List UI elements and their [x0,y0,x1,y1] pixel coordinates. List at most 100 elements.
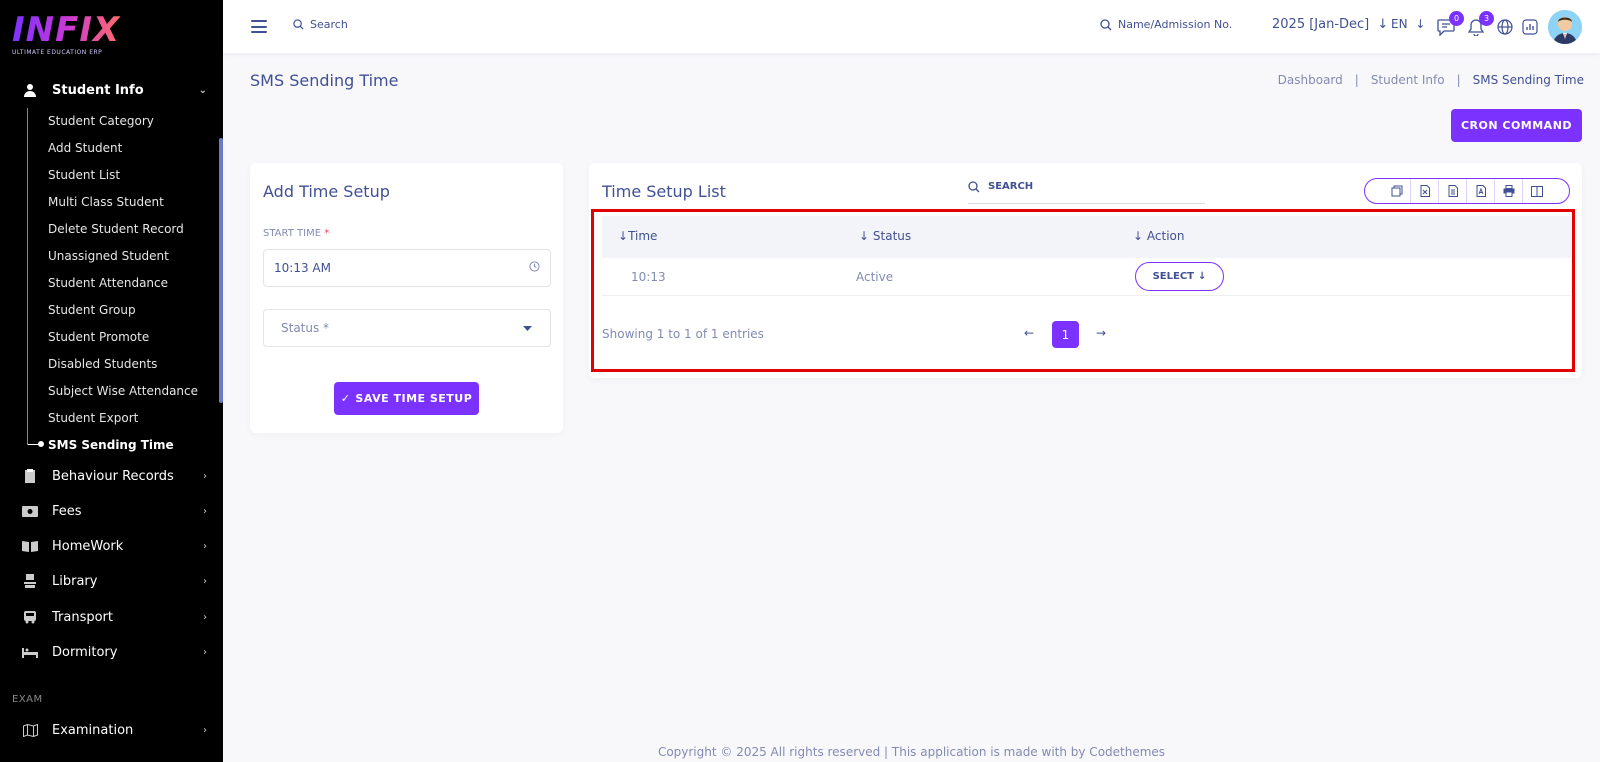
sidebar-item-homework[interactable]: HomeWork › [22,534,207,558]
breadcrumb-student-info[interactable]: Student Info [1371,73,1445,87]
pagination-page[interactable]: 1 [1052,321,1079,348]
print-icon [1503,185,1514,197]
name-admission-search[interactable]: Name/Admission No. [1100,18,1232,31]
breadcrumb-separator: | [1354,73,1359,87]
logo-tagline: ULTIMATE EDUCATION ERP [12,49,103,56]
select-label: SELECT [1152,271,1194,282]
check-icon: ✓ [340,392,351,405]
start-time-label: START TIME * [263,228,329,239]
language-select[interactable]: EN ↓ [1391,17,1425,31]
sidebar-subitem-student-list[interactable]: Student List [48,166,120,184]
sidebar-item-label: Transport [52,609,114,625]
clock-icon [529,261,540,275]
globe-icon [1497,19,1513,35]
start-time-field[interactable]: 10:13 AM [263,249,551,287]
chevron-right-icon: › [203,575,207,587]
sidebar-item-fees[interactable]: Fees › [22,499,207,523]
copy-button[interactable] [1383,179,1411,203]
pdf-button[interactable] [1467,179,1495,203]
export-button-group [1364,178,1570,204]
pdf-icon [1476,185,1486,197]
pagination-prev-icon[interactable]: ← [1024,326,1034,340]
top-search-label: Search [310,18,348,31]
add-time-setup-title: Add Time Setup [263,182,390,201]
status-select[interactable]: Status * [263,309,551,347]
arrow-down-icon: ↓ [1377,17,1389,32]
pagination-next-icon[interactable]: → [1096,326,1106,340]
sidebar-subitem-multi-class-student[interactable]: Multi Class Student [48,193,164,211]
column-visibility-button[interactable] [1523,179,1551,203]
required-mark: * [324,228,330,239]
notifications-button[interactable]: 3 [1466,11,1494,37]
table-info: Showing 1 to 1 of 1 entries [602,327,764,341]
library-icon [22,573,38,589]
search-icon [293,19,304,30]
sidebar-subitem-student-attendance[interactable]: Student Attendance [48,274,168,292]
sidebar-item-behaviour-records[interactable]: Behaviour Records › [22,464,207,488]
table-search-placeholder: SEARCH [988,181,1034,192]
cron-command-button[interactable]: CRON COMMAND [1451,109,1582,142]
column-header-status[interactable]: ↓ Status [859,229,911,243]
top-search[interactable]: Search [293,18,348,31]
clipboard-icon [22,468,38,484]
sidebar-item-label: Examination [52,722,134,738]
user-icon [22,82,38,98]
map-icon [22,722,38,738]
save-time-setup-button[interactable]: ✓ SAVE TIME SETUP [334,382,479,415]
time-setup-list-title: Time Setup List [602,182,726,201]
sidebar-subitem-add-student[interactable]: Add Student [48,139,122,157]
chart-icon [1522,19,1538,35]
bed-icon [22,644,38,660]
sidebar-section-label: EXAM [12,694,43,705]
chevron-right-icon: › [203,470,207,482]
print-button[interactable] [1495,179,1523,203]
excel-button[interactable] [1411,179,1439,203]
sidebar-subitem-sms-sending-time[interactable]: SMS Sending Time [48,436,174,454]
sidebar-subitem-disabled-students[interactable]: Disabled Students [48,355,157,373]
arrow-down-icon: ↓ [1415,17,1426,31]
website-button[interactable] [1495,17,1515,37]
sidebar-subitem-student-group[interactable]: Student Group [48,301,136,319]
column-header-label: Status [872,229,912,243]
cell-time: 10:13 [631,270,666,284]
sidebar-item-student-info[interactable]: Student Info ⌄ [22,78,207,102]
logo-text: INFIX [12,10,121,50]
logo[interactable]: INFIX ULTIMATE EDUCATION ERP [12,12,120,56]
sidebar-subitem-student-promote[interactable]: Student Promote [48,328,149,346]
footer: Copyright © 2025 All rights reserved | T… [657,745,1166,759]
sidebar-item-examination[interactable]: Examination › [22,718,207,742]
column-header-action[interactable]: ↓ Action [1133,229,1184,243]
sidebar-item-dormitory[interactable]: Dormitory › [22,640,207,664]
csv-button[interactable] [1439,179,1467,203]
user-avatar[interactable] [1548,10,1582,44]
academic-year-select[interactable]: 2025 [Jan-Dec] ↓ [1272,17,1388,32]
sort-arrow-icon: ↓ [618,229,629,243]
sidebar-subitem-unassigned-student[interactable]: Unassigned Student [48,247,169,265]
csv-icon [1448,185,1458,197]
table-search-input[interactable]: SEARCH [968,170,1205,204]
sidebar-item-label: HomeWork [52,538,124,554]
column-header-time[interactable]: ↓Time [618,229,657,243]
sidebar-subitem-student-category[interactable]: Student Category [48,112,154,130]
sidebar-subitem-delete-student-record[interactable]: Delete Student Record [48,220,184,238]
sidebar-subitem-student-export[interactable]: Student Export [48,409,138,427]
sidebar-item-label: Dormitory [52,644,118,660]
breadcrumb-current: SMS Sending Time [1472,73,1584,87]
save-time-setup-label: SAVE TIME SETUP [355,392,473,405]
columns-icon [1531,185,1543,197]
caret-down-icon [523,321,532,335]
breadcrumb-dashboard[interactable]: Dashboard [1278,73,1343,87]
sidebar-subitem-subject-wise-attendance[interactable]: Subject Wise Attendance [48,382,198,400]
menu-toggle-icon[interactable] [251,20,267,33]
bus-icon [22,609,38,625]
column-header-label: Time [628,229,658,243]
sidebar-item-transport[interactable]: Transport › [22,605,207,629]
row-action-select-button[interactable]: SELECT ↓ [1135,262,1224,291]
book-open-icon [22,538,38,554]
sidebar-item-library[interactable]: Library › [22,569,207,593]
academic-year-value: 2025 [Jan-Dec] [1272,17,1370,32]
reports-button[interactable] [1520,17,1540,37]
sidebar-scrollbar[interactable] [219,138,223,403]
table-row: 10:13 Active SELECT ↓ [602,260,1571,296]
messages-button[interactable]: 0 [1436,11,1464,37]
